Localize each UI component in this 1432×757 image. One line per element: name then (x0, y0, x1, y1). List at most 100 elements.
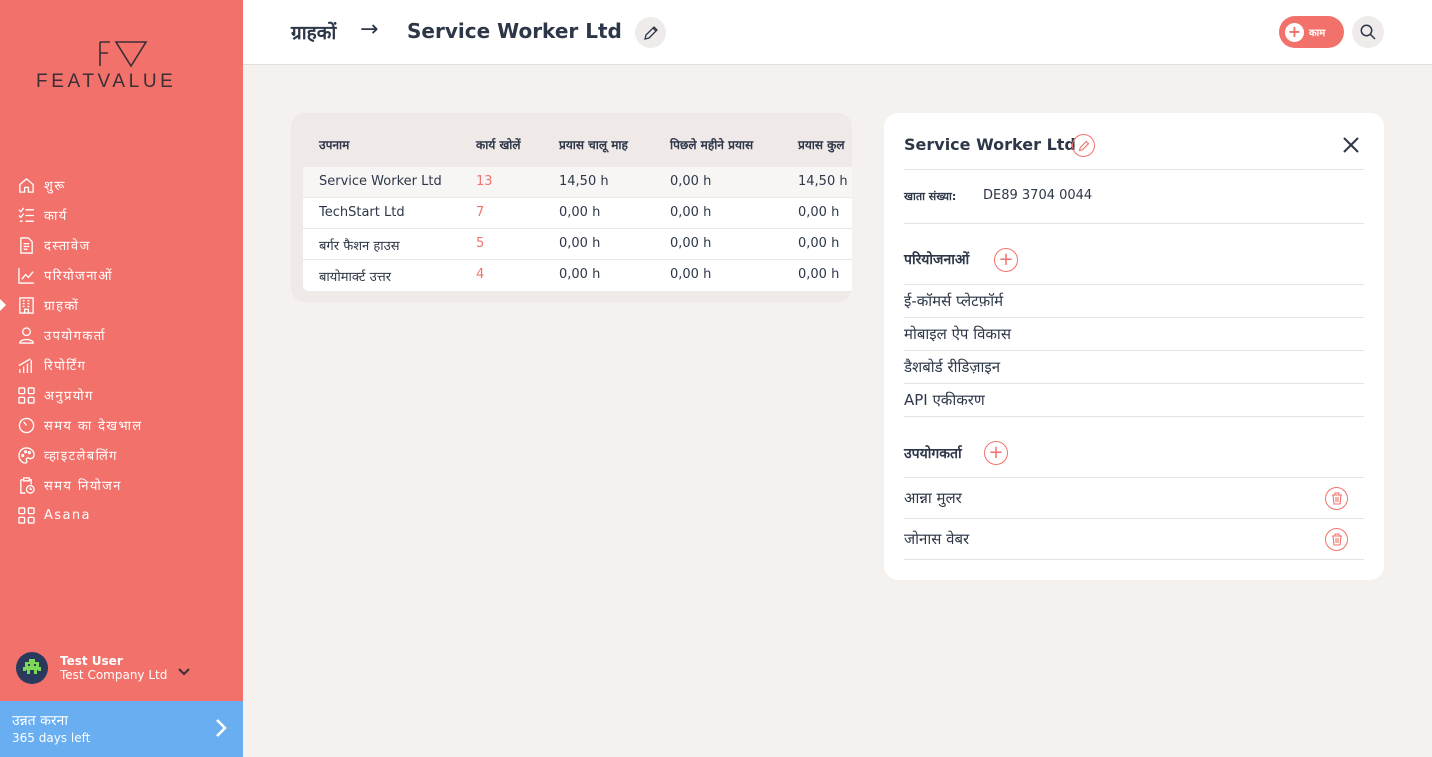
column-header-effort-total[interactable]: प्रयास कुल (798, 136, 845, 153)
effort-last-month: 0,00 h (670, 174, 712, 189)
reporting-icon (17, 356, 35, 374)
user-menu[interactable]: Test User Test Company Ltd (16, 652, 226, 684)
chevron-right-icon (215, 718, 227, 742)
home-icon (17, 176, 35, 194)
trash-icon (1331, 492, 1342, 505)
add-task-button[interactable]: + काम (1279, 16, 1344, 48)
account-number-value: DE89 3704 0044 (983, 188, 1093, 203)
user-name: Test User (60, 654, 123, 668)
task-list-icon (17, 206, 35, 224)
sidebar-item-apps[interactable]: अनुप्रयोग (0, 380, 243, 410)
divider (904, 223, 1364, 224)
clipboard-clock-icon (17, 476, 35, 494)
sidebar-item-label: समय का देखभाल (44, 419, 143, 434)
panel-title: Service Worker Ltd (904, 135, 1076, 154)
avatar (16, 652, 48, 684)
trash-icon (1331, 533, 1342, 546)
column-header-effort-last-month[interactable]: पिछले महीने प्रयास (670, 136, 753, 153)
list-item[interactable]: मोबाइल ऐप विकास (904, 318, 1364, 351)
customer-name: TechStart Ltd (319, 205, 405, 220)
effort-last-month: 0,00 h (670, 267, 712, 282)
sidebar-item-customers[interactable]: ग्राहकों (0, 290, 243, 320)
customer-name: Service Worker Ltd (319, 174, 442, 189)
page-title: Service Worker Ltd (407, 19, 622, 43)
edit-customer-button[interactable] (635, 17, 666, 48)
effort-last-month: 0,00 h (670, 236, 712, 251)
add-user-button[interactable]: + (984, 441, 1008, 465)
effort-total: 0,00 h (798, 236, 840, 251)
project-list: ई-कॉमर्स प्लेटफ़ॉर्म मोबाइल ऐप विकास डैश… (904, 284, 1364, 417)
customer-name: बर्गर फैशन हाउस (319, 239, 400, 254)
users-section-title: उपयोगकर्ता (904, 446, 962, 462)
table-row[interactable]: बर्गर फैशन हाउस 5 0,00 h 0,00 h 0,00 h (303, 229, 852, 260)
sidebar-item-label: दस्तावेज (44, 239, 91, 254)
logo[interactable]: FEATVALUE (36, 40, 211, 93)
sidebar-item-label: अनुप्रयोग (44, 389, 94, 404)
table-row[interactable]: TechStart Ltd 7 0,00 h 0,00 h 0,00 h (303, 198, 852, 229)
close-icon[interactable] (1342, 136, 1360, 158)
logo-mark-icon (99, 41, 148, 68)
sidebar-item-time-planning[interactable]: समय नियोजन (0, 470, 243, 500)
sidebar-item-documents[interactable]: दस्तावेज (0, 230, 243, 260)
user-company: Test Company Ltd (60, 668, 168, 682)
sidebar-item-projects[interactable]: परियोजनाओं (0, 260, 243, 290)
edit-customer-panel-button[interactable] (1072, 134, 1095, 157)
breadcrumb-customers[interactable]: ग्राहकों (291, 19, 336, 45)
effort-current-month: 0,00 h (559, 205, 601, 220)
sidebar-item-label: रिपोर्टिंग (44, 359, 87, 374)
chevron-down-icon[interactable] (178, 661, 190, 680)
search-button[interactable] (1352, 16, 1384, 48)
open-tasks-count: 5 (476, 236, 485, 251)
apps-icon (17, 506, 35, 524)
add-task-label: काम (1309, 28, 1326, 39)
pixel-avatar-icon (23, 659, 41, 674)
table-body: Service Worker Ltd 13 14,50 h 0,00 h 14,… (303, 167, 852, 291)
sidebar-item-asana[interactable]: Asana (0, 500, 243, 530)
effort-current-month: 0,00 h (559, 267, 601, 282)
effort-current-month: 14,50 h (559, 174, 609, 189)
column-header-effort-current-month[interactable]: प्रयास चालू माह (559, 136, 628, 153)
list-item[interactable]: API एकीकरण (904, 384, 1364, 417)
sidebar-item-time-tracking[interactable]: समय का देखभाल (0, 410, 243, 440)
sidebar-item-tasks[interactable]: कार्य (0, 200, 243, 230)
sidebar-item-label: व्हाइटलेबलिंग (44, 449, 118, 464)
sidebar-item-label: उपयोगकर्ता (44, 329, 106, 344)
add-project-button[interactable]: + (994, 248, 1018, 272)
sidebar-item-users[interactable]: उपयोगकर्ता (0, 320, 243, 350)
search-icon (1360, 24, 1376, 40)
pencil-icon (643, 25, 658, 40)
open-tasks-count: 13 (476, 174, 493, 189)
sidebar-item-label: Asana (44, 507, 91, 523)
open-tasks-count: 4 (476, 267, 485, 282)
project-chart-icon (17, 266, 35, 284)
sidebar-item-home[interactable]: शुरू (0, 170, 243, 200)
list-item: जोनास वेबर (904, 519, 1364, 560)
divider (904, 169, 1364, 170)
pencil-icon (1078, 140, 1089, 151)
sidebar-item-whitelabeling[interactable]: व्हाइटलेबलिंग (0, 440, 243, 470)
top-bar: ग्राहकों → Service Worker Ltd + काम (243, 0, 1432, 65)
column-header-open-tasks[interactable]: कार्य खोलें (476, 136, 521, 153)
upgrade-days-left: 365 days left (12, 731, 91, 745)
column-header-alias[interactable]: उपनाम (319, 136, 349, 153)
user-icon (17, 326, 35, 344)
building-icon (17, 296, 35, 314)
list-item[interactable]: डैशबोर्ड रीडिज़ाइन (904, 351, 1364, 384)
delete-user-button[interactable] (1325, 528, 1348, 551)
logo-text: FEATVALUE (36, 71, 177, 92)
upgrade-banner[interactable]: उन्नत करना 365 days left (0, 701, 243, 757)
delete-user-button[interactable] (1325, 487, 1348, 510)
sidebar-item-label: समय नियोजन (44, 479, 122, 494)
palette-icon (17, 446, 35, 464)
account-number-label: खाता संख्या: (904, 190, 957, 203)
table-row[interactable]: बायोमार्क्ट उत्तर 4 0,00 h 0,00 h 0,00 h (303, 260, 852, 291)
effort-total: 14,50 h (798, 174, 848, 189)
sidebar-item-reporting[interactable]: रिपोर्टिंग (0, 350, 243, 380)
sidebar-item-label: ग्राहकों (44, 299, 80, 314)
list-item[interactable]: ई-कॉमर्स प्लेटफ़ॉर्म (904, 285, 1364, 318)
table-row[interactable]: Service Worker Ltd 13 14,50 h 0,00 h 14,… (303, 167, 852, 198)
upgrade-title: उन्नत करना (12, 713, 68, 729)
sidebar: FEATVALUE शुरू कार्य दस्तावेज परियोजनाओं… (0, 0, 243, 757)
user-list: आन्ना मुलर जोनास वेबर (904, 477, 1364, 560)
apps-icon (17, 386, 35, 404)
